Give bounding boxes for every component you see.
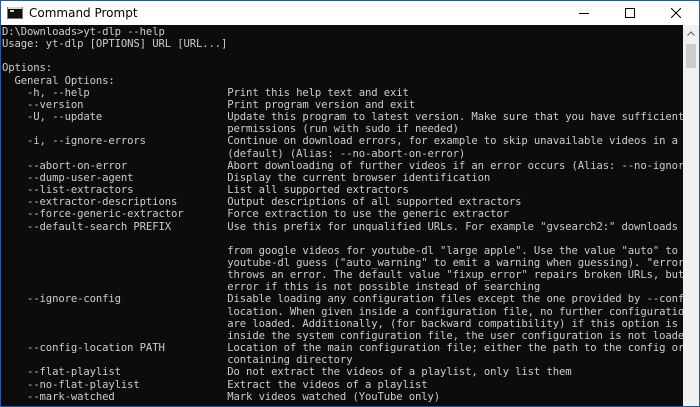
close-icon xyxy=(671,8,681,18)
console-line: from google videos for youtube-dl "large… xyxy=(2,244,684,257)
maximize-button[interactable] xyxy=(607,1,653,25)
command-prompt-window: Command Prompt D:\Downloads>yt-dlp --hel… xyxy=(0,0,700,407)
close-button[interactable] xyxy=(653,1,699,25)
console-line: --default-search PREFIX Use this prefix … xyxy=(2,220,684,233)
console-line: containing directory xyxy=(2,354,353,367)
console-line: --no-flat-playlist Extract the videos of… xyxy=(2,378,428,391)
console-line: --extractor-descriptions Output descript… xyxy=(2,196,522,209)
console-line: -U, --update Update this program to late… xyxy=(2,111,684,124)
window-title: Command Prompt xyxy=(29,6,138,20)
console-line: youtube-dl guess ("auto_warning" to emit… xyxy=(2,256,684,269)
console-line: --list-extractors List all supported ext… xyxy=(2,184,409,197)
console-line: Options: xyxy=(2,62,53,75)
console-line: Usage: yt-dlp [OPTIONS] URL [URL...] xyxy=(2,38,228,51)
console-line: --abort-on-error Abort downloading of fu… xyxy=(2,159,684,172)
console-line: General Options: xyxy=(2,74,115,87)
title-bar[interactable]: Command Prompt xyxy=(1,1,699,25)
console-line: throws an error. The default value "fixu… xyxy=(2,269,684,282)
console-line: --version Print program version and exit xyxy=(2,98,416,111)
scroll-thumb[interactable] xyxy=(686,44,696,68)
console-line: (default) (Alias: --no-abort-on-error) xyxy=(2,147,466,160)
console-line: --ignore-config Disable loading any conf… xyxy=(2,293,684,306)
console-line: -h, --help Print this help text and exit xyxy=(2,86,409,99)
console-output-area[interactable]: D:\Downloads>yt-dlp --help Usage: yt-dlp… xyxy=(1,25,684,406)
console-line: location. When given inside a configurat… xyxy=(2,305,684,318)
console-line: --dump-user-agent Display the current br… xyxy=(2,171,491,184)
console-line: D:\Downloads>yt-dlp --help xyxy=(2,26,165,38)
console-line: --force-generic-extractor Force extracti… xyxy=(2,208,509,221)
cmd-console-icon[interactable] xyxy=(7,7,23,19)
console-line: inside the system configuration file, th… xyxy=(2,329,684,342)
vertical-scrollbar[interactable] xyxy=(683,25,699,406)
console-text: D:\Downloads>yt-dlp --help Usage: yt-dlp… xyxy=(1,25,684,403)
scroll-up-arrow-icon xyxy=(687,30,695,36)
console-line: --flat-playlist Do not extract the video… xyxy=(2,366,572,379)
console-line: -i, --ignore-errors Continue on download… xyxy=(2,135,684,148)
console-line: --mark-watched Mark videos watched (YouT… xyxy=(2,390,441,403)
window-controls xyxy=(561,1,699,25)
console-line: error if this is not possible instead of… xyxy=(2,281,541,294)
console-line: permissions (run with sudo if needed) xyxy=(2,123,459,136)
console-line: are loaded. Additionally, (for backward … xyxy=(2,317,684,330)
minimize-icon xyxy=(579,13,589,14)
maximize-icon xyxy=(625,8,635,18)
console-line: --config-location PATH Location of the m… xyxy=(2,342,684,355)
scroll-up-button[interactable] xyxy=(683,25,699,41)
minimize-button[interactable] xyxy=(561,1,607,25)
